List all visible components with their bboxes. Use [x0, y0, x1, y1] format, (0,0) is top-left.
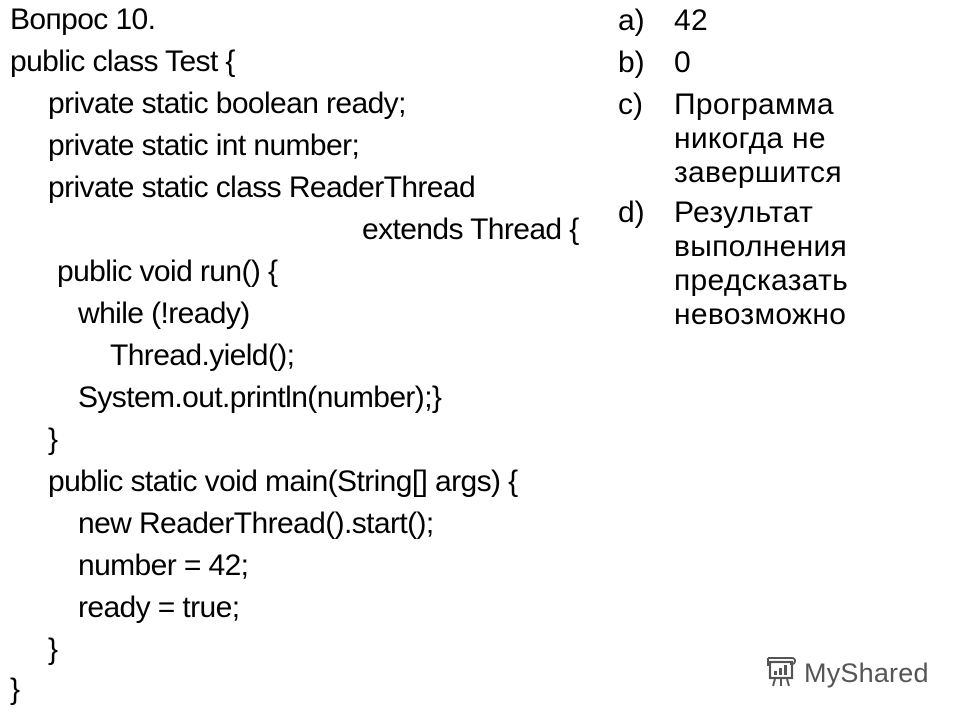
code-line: while (!ready) — [78, 297, 250, 330]
option-label: a) — [618, 4, 645, 37]
code-line: public static void main(String[] args) { — [48, 465, 518, 498]
watermark-logo: MyShared — [764, 654, 929, 693]
option-label: c) — [618, 88, 643, 121]
code-line: private static int number; — [48, 129, 360, 162]
code-line: } — [48, 423, 58, 456]
code-line: private static boolean ready; — [48, 87, 406, 120]
code-line: public class Test { — [10, 45, 235, 78]
option-text: Результат выполнения предсказать невозмо… — [674, 196, 849, 331]
code-line: new ReaderThread().start(); — [78, 507, 434, 540]
code-line: ready = true; — [78, 591, 240, 624]
question-title: Вопрос 10. — [10, 3, 156, 36]
option-text: 0 — [674, 46, 691, 79]
code-line: } — [10, 673, 20, 706]
option-label: d) — [618, 196, 645, 229]
option-text: Программа никогда не завершится — [674, 88, 842, 189]
option-text: 42 — [674, 4, 708, 37]
code-line: number = 42; — [78, 549, 249, 582]
code-line: extends Thread { — [362, 213, 579, 246]
code-line: } — [48, 633, 58, 666]
code-line: Thread.yield(); — [110, 339, 295, 372]
code-line: public void run() { — [57, 255, 278, 288]
watermark-text: MyShared — [804, 658, 929, 688]
presentation-board-icon — [764, 654, 798, 693]
code-line: private static class ReaderThread — [48, 171, 476, 204]
code-line: System.out.println(number);} — [78, 381, 442, 414]
option-label: b) — [618, 46, 645, 79]
